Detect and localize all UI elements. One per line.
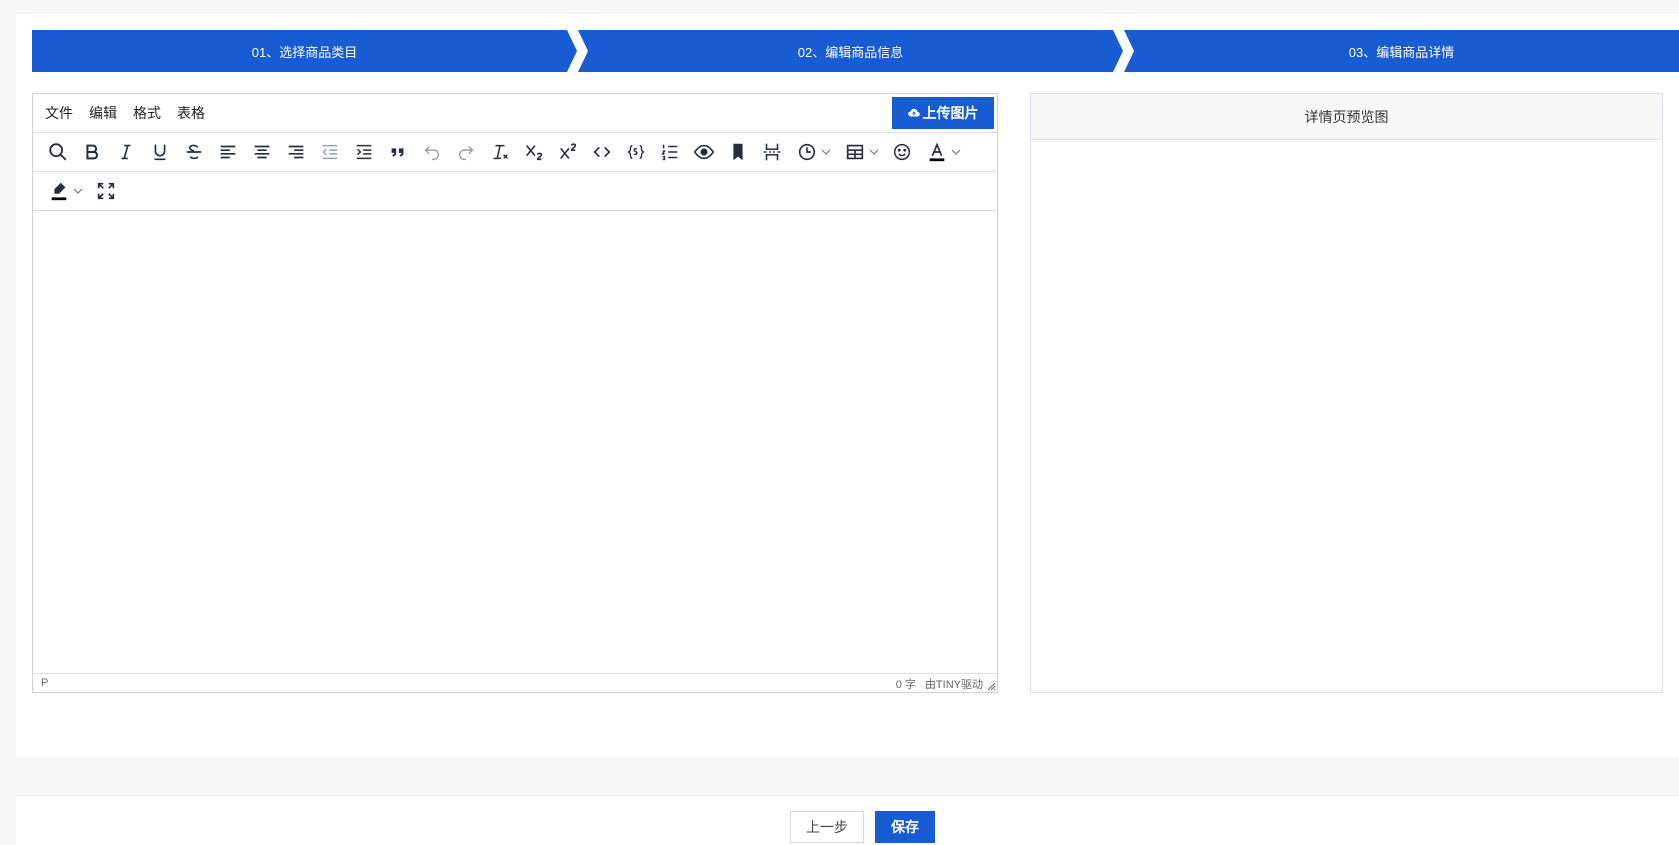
blockquote-icon[interactable] — [381, 135, 415, 169]
menu-format[interactable]: 格式 — [133, 103, 161, 123]
codesample-icon[interactable] — [619, 135, 653, 169]
resize-handle-icon[interactable] — [986, 681, 996, 691]
fullscreen-icon[interactable] — [89, 174, 123, 208]
step-select-category: 01、选择商品类目 — [32, 30, 577, 72]
upload-image-button[interactable]: 上传图片 — [892, 97, 994, 129]
superscript-icon[interactable] — [551, 135, 585, 169]
editor-toolbar-row-2 — [33, 172, 997, 211]
table-icon[interactable] — [837, 135, 885, 169]
editor-content-area[interactable] — [33, 211, 997, 674]
powered-by-link[interactable]: 由TINY驱动 — [925, 679, 983, 691]
word-count[interactable]: 0 字 — [896, 679, 916, 691]
undo-icon[interactable] — [415, 135, 449, 169]
remove-format-icon[interactable] — [483, 135, 517, 169]
time-icon[interactable] — [789, 135, 837, 169]
main-card: 01、选择商品类目 02、编辑商品信息 03、编辑商品详情 文件 编辑 格式 表… — [16, 14, 1679, 757]
emoji-icon[interactable] — [885, 135, 919, 169]
step-progress: 01、选择商品类目 02、编辑商品信息 03、编辑商品详情 — [32, 30, 1679, 72]
redo-icon[interactable] — [449, 135, 483, 169]
align-right-icon[interactable] — [279, 135, 313, 169]
bookmark-icon[interactable] — [721, 135, 755, 169]
step-edit-detail: 03、编辑商品详情 — [1124, 30, 1679, 72]
rich-text-editor: 文件 编辑 格式 表格 上传图片 P 0 字 由TINY驱动 — [32, 93, 998, 693]
strikethrough-icon[interactable] — [177, 135, 211, 169]
text-color-icon[interactable] — [919, 135, 967, 169]
indent-icon[interactable] — [347, 135, 381, 169]
editor-menubar: 文件 编辑 格式 表格 上传图片 — [33, 94, 997, 133]
menu-table[interactable]: 表格 — [177, 103, 205, 123]
italic-icon[interactable] — [109, 135, 143, 169]
menu-file[interactable]: 文件 — [45, 103, 73, 123]
previous-step-button[interactable]: 上一步 — [790, 811, 864, 843]
align-left-icon[interactable] — [211, 135, 245, 169]
preview-icon[interactable] — [687, 135, 721, 169]
menu-edit[interactable]: 编辑 — [89, 103, 117, 123]
align-center-icon[interactable] — [245, 135, 279, 169]
highlight-color-icon[interactable] — [41, 174, 89, 208]
numbered-list-icon[interactable] — [653, 135, 687, 169]
editor-toolbar-row-1 — [33, 133, 997, 172]
preview-title: 详情页预览图 — [1031, 94, 1662, 140]
footer-actions: 上一步 保存 — [16, 795, 1679, 845]
code-icon[interactable] — [585, 135, 619, 169]
page-break-icon[interactable] — [755, 135, 789, 169]
search-icon[interactable] — [41, 135, 75, 169]
save-button[interactable]: 保存 — [875, 811, 935, 843]
subscript-icon[interactable] — [517, 135, 551, 169]
underline-icon[interactable] — [143, 135, 177, 169]
element-path[interactable]: P — [41, 677, 48, 689]
step-edit-info: 02、编辑商品信息 — [578, 30, 1123, 72]
cloud-upload-icon — [907, 108, 920, 117]
editor-statusbar: P 0 字 由TINY驱动 — [33, 674, 997, 692]
outdent-icon[interactable] — [313, 135, 347, 169]
detail-preview-panel: 详情页预览图 — [1030, 93, 1663, 693]
bold-icon[interactable] — [75, 135, 109, 169]
